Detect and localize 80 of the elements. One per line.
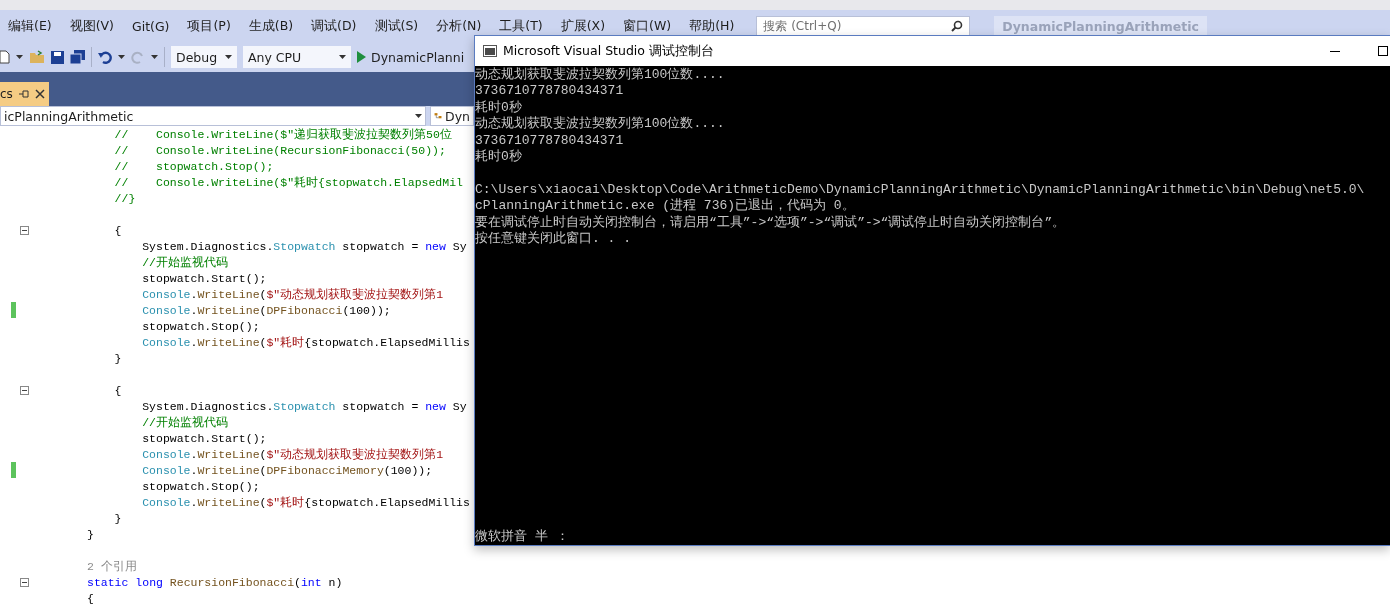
code-line: stopwatch.Stop(); bbox=[141, 479, 260, 493]
code-line: //} bbox=[113, 191, 136, 205]
code-line: Console.WriteLine(DPFibonacciMemory(100)); bbox=[141, 463, 433, 477]
member-dropdown[interactable]: Dyn bbox=[430, 106, 474, 126]
code-line: Console.WriteLine($"耗时{stopwatch.ElapsedMillis bbox=[141, 494, 470, 510]
collapse-icon[interactable] bbox=[20, 385, 29, 395]
code-line: } bbox=[87, 527, 94, 541]
menu-item[interactable]: 调试(D) bbox=[311, 17, 357, 35]
minimize-icon bbox=[1330, 50, 1340, 52]
folder-icon[interactable] bbox=[29, 50, 45, 64]
solution-title: DynamicPlanningArithmetic bbox=[994, 15, 1207, 37]
caret-icon bbox=[16, 55, 23, 59]
menu-item[interactable]: 帮助(H) bbox=[689, 17, 735, 35]
code-line: // stopwatch.Stop(); bbox=[113, 159, 274, 173]
code-line: // Console.WriteLine($"耗时{stopwatch.ElapsedMil bbox=[113, 174, 463, 190]
code-line: Console.WriteLine($"动态规划获取斐波拉契数列第1 bbox=[141, 286, 444, 302]
code-line: static long RecursionFibonacci(int n) bbox=[87, 575, 343, 589]
search-icon bbox=[951, 20, 964, 32]
collapse-icon[interactable] bbox=[20, 577, 29, 587]
code-line: Console.WriteLine($"耗时{stopwatch.ElapsedMillis bbox=[141, 334, 470, 350]
console-line: 耗时0秒 bbox=[475, 99, 523, 116]
code-line: Console.WriteLine($"动态规划获取斐波拉契数列第1 bbox=[141, 446, 444, 462]
menu-item[interactable]: 生成(B) bbox=[248, 17, 294, 35]
search-field[interactable]: 搜索 (Ctrl+Q) bbox=[756, 16, 971, 36]
code-line: stopwatch.Start(); bbox=[141, 431, 267, 445]
console-line: cPlanningArithmetic.exe (进程 736)已退出，代码为 0。 bbox=[475, 198, 856, 215]
code-line: //开始监视代码 bbox=[141, 254, 228, 270]
document-tab[interactable]: cs bbox=[0, 82, 49, 106]
code-line: { bbox=[113, 383, 122, 397]
console-line: 耗时0秒 bbox=[475, 149, 523, 166]
configuration-dropdown[interactable]: Debug bbox=[171, 46, 237, 68]
code-line: { bbox=[113, 223, 122, 237]
pin-icon[interactable] bbox=[18, 89, 29, 99]
console-line: 3736710778780434371 bbox=[475, 83, 625, 100]
menu-item[interactable]: 项目(P) bbox=[187, 17, 231, 35]
save-icon[interactable] bbox=[51, 50, 64, 64]
collapse-icon[interactable] bbox=[20, 225, 29, 235]
code-line: //开始监视代码 bbox=[141, 414, 228, 430]
menu-item[interactable]: 工具(T) bbox=[499, 17, 543, 35]
caret-icon bbox=[415, 114, 422, 118]
menu-item[interactable]: 窗口(W) bbox=[623, 17, 672, 35]
code-line: Console.WriteLine(DPFibonacci(100)); bbox=[141, 303, 391, 317]
menu-item[interactable]: Git(G) bbox=[131, 18, 170, 34]
caret-icon bbox=[339, 55, 346, 59]
console-line: 3736710778780434371 bbox=[475, 132, 625, 149]
code-line: } bbox=[113, 511, 122, 525]
menu-item[interactable]: 测试(S) bbox=[374, 17, 419, 35]
menu-item[interactable]: 扩展(X) bbox=[560, 17, 606, 35]
reference-count[interactable]: 2 个引用 bbox=[87, 558, 137, 574]
console-line: 按任意键关闭此窗口. . . bbox=[475, 231, 632, 248]
ime-status: 微软拼音 半 ： bbox=[475, 528, 570, 545]
code-line: stopwatch.Stop(); bbox=[141, 319, 260, 333]
platform-dropdown[interactable]: Any CPU bbox=[243, 46, 351, 68]
code-line: // Console.WriteLine(RecursionFibonacci(50)); bbox=[113, 143, 446, 157]
undo-icon[interactable] bbox=[98, 50, 112, 64]
code-line: System.Diagnostics.Stopwatch stopwatch = new Sy bbox=[141, 239, 467, 253]
code-line: stopwatch.Start(); bbox=[141, 271, 267, 285]
caret-icon bbox=[118, 55, 125, 59]
window-title: Microsoft Visual Studio 调试控制台 bbox=[503, 42, 715, 60]
caret-icon bbox=[151, 55, 158, 59]
caret-icon bbox=[225, 55, 232, 59]
code-line: { bbox=[87, 591, 94, 604]
save-all-icon[interactable] bbox=[70, 50, 85, 64]
maximize-icon bbox=[1378, 46, 1388, 56]
console-icon bbox=[483, 45, 497, 57]
code-line: } bbox=[113, 351, 122, 365]
menu-item[interactable]: 视图(V) bbox=[69, 17, 114, 35]
close-icon[interactable] bbox=[34, 89, 45, 99]
project-dropdown[interactable]: icPlanningArithmetic bbox=[0, 106, 426, 126]
menu-item[interactable]: 分析(N) bbox=[436, 17, 482, 35]
new-file-icon[interactable] bbox=[0, 50, 10, 64]
start-button[interactable]: DynamicPlanni bbox=[357, 49, 465, 65]
play-icon bbox=[357, 51, 366, 63]
console-line: 动态规划获取斐波拉契数列第100位数.... bbox=[475, 67, 726, 84]
console-line: 要在调试停止时自动关闭控制台，请启用“工具”->“选项”->“调试”->“调试停止时自动关闭控制台”。 bbox=[475, 214, 1067, 231]
code-line: // Console.WriteLine($"递归获取斐波拉契数列第50位 bbox=[113, 126, 452, 142]
menu-item[interactable]: 编辑(E) bbox=[8, 17, 52, 35]
code-line: System.Diagnostics.Stopwatch stopwatch = new Sy bbox=[141, 399, 467, 413]
console-line: C:\Users\xiaocai\Desktop\Code\ArithmeticDemo\DynamicPlanningArithmetic\DynamicPlanningArithmetic\bin\Debug\net5.0\ bbox=[475, 181, 1366, 198]
console-line: 动态规划获取斐波拉契数列第100位数.... bbox=[475, 116, 726, 133]
